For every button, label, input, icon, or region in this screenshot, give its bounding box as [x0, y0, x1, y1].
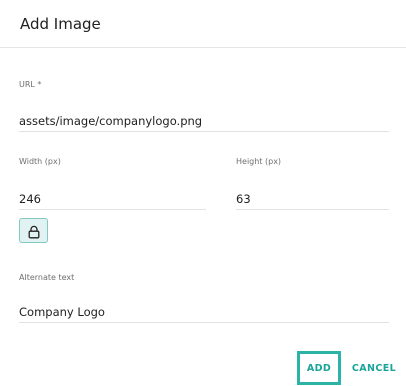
lock-icon — [27, 224, 41, 238]
alt-text-input[interactable] — [19, 302, 389, 322]
height-label: Height (px) — [236, 157, 282, 166]
add-image-dialog: Add Image URL * Width (px) Height (px) A… — [0, 0, 406, 386]
add-button[interactable]: ADD — [297, 351, 341, 385]
height-field-wrapper — [236, 188, 389, 210]
url-input[interactable] — [19, 111, 389, 131]
width-label: Width (px) — [19, 157, 61, 166]
width-field-wrapper — [19, 188, 206, 210]
dialog-title: Add Image — [20, 15, 101, 33]
alt-text-field-wrapper — [19, 301, 389, 323]
alt-text-label: Alternate text — [19, 273, 75, 282]
cancel-button[interactable]: CANCEL — [351, 351, 397, 385]
width-input[interactable] — [19, 189, 206, 209]
height-input[interactable] — [236, 189, 389, 209]
url-field-wrapper — [19, 110, 389, 132]
url-label: URL * — [19, 80, 42, 89]
lock-aspect-ratio-button[interactable] — [19, 218, 48, 243]
dialog-header: Add Image — [0, 0, 406, 48]
